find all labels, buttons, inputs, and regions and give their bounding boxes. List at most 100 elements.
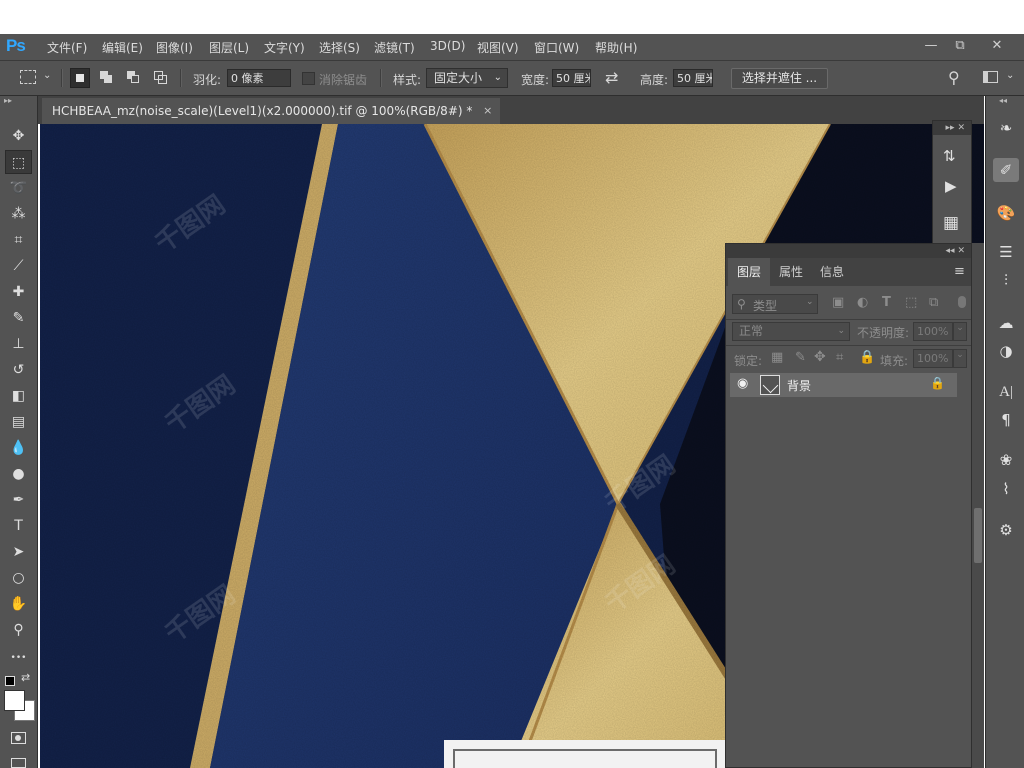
select-and-mask-button[interactable]: 选择并遮住 ... <box>731 68 828 89</box>
filter-adjustment-icon[interactable]: ◐ <box>857 295 868 310</box>
adjustments-icon[interactable]: ☰ <box>993 240 1019 264</box>
filter-pixel-icon[interactable]: ▣ <box>832 295 844 310</box>
menu-image[interactable]: 图像(I) <box>156 39 193 56</box>
3d-icon[interactable]: ⚙ <box>993 518 1019 542</box>
menu-file[interactable]: 文件(F) <box>47 39 87 56</box>
channels-icon[interactable]: ❀ <box>993 448 1019 472</box>
layer-filter-select[interactable]: ⚲ 类型 ⌄ <box>732 294 818 314</box>
lock-position-icon[interactable]: ✥ <box>814 349 826 365</box>
new-selection-button[interactable] <box>70 68 90 88</box>
character-icon[interactable]: A| <box>993 380 1019 404</box>
close-tab-button[interactable]: × <box>483 98 492 124</box>
gradient-tool[interactable]: ▤ <box>5 410 32 434</box>
panel-close-icon[interactable]: ✕ <box>957 123 965 133</box>
width-input[interactable]: 50 厘米 <box>552 69 591 87</box>
lock-artboard-icon[interactable]: ⌗ <box>836 350 843 365</box>
search-icon[interactable]: ⚲ <box>948 68 960 87</box>
stamp-tool[interactable]: ⊥ <box>5 332 32 356</box>
lasso-tool[interactable]: ➰ <box>5 176 32 200</box>
lock-transparent-icon[interactable]: ▦ <box>771 350 783 365</box>
menu-layer[interactable]: 图层(L) <box>209 39 249 56</box>
vertical-scrollbar[interactable] <box>972 243 984 768</box>
filter-smart-object-icon[interactable]: ⧉ <box>929 295 938 310</box>
styles-icon[interactable]: ⫶ <box>993 268 1019 292</box>
menu-help[interactable]: 帮助(H) <box>595 39 637 56</box>
libraries-icon[interactable]: ☁ <box>993 311 1019 335</box>
restore-button[interactable]: ⧉ <box>949 36 971 56</box>
more-tools[interactable]: ••• <box>5 644 32 668</box>
type-tool[interactable]: T <box>5 514 32 538</box>
menu-edit[interactable]: 编辑(E) <box>102 39 143 56</box>
marquee-preset-icon[interactable] <box>20 70 36 84</box>
chevron-down-icon[interactable]: ⌄ <box>43 70 51 81</box>
brush-preset-icon[interactable]: ❧ <box>993 116 1019 140</box>
move-tool[interactable]: ✥ <box>5 124 32 148</box>
close-button[interactable]: ✕ <box>986 36 1008 56</box>
feather-input[interactable]: 0 像素 <box>227 69 291 87</box>
path-select-tool[interactable]: ➤ <box>5 540 32 564</box>
opacity-slider-button[interactable]: ⌄ <box>953 322 967 341</box>
filter-shape-icon[interactable]: ⬚ <box>905 295 917 310</box>
eyedropper-tool[interactable]: ⟋ <box>5 254 32 278</box>
height-input[interactable]: 50 厘米 <box>673 69 713 87</box>
grid-icon[interactable]: ▦ <box>943 213 959 233</box>
intersect-selection-button[interactable] <box>151 68 171 88</box>
workspace-icon[interactable] <box>983 71 998 83</box>
toolbar-expand-icon[interactable]: ▸▸ <box>4 96 12 105</box>
brush-tool[interactable]: ✎ <box>5 306 32 330</box>
eraser-tool[interactable]: ◧ <box>5 384 32 408</box>
screen-mode-icon[interactable] <box>11 758 26 768</box>
opacity-input[interactable]: 100% <box>913 322 953 341</box>
menu-view[interactable]: 视图(V) <box>477 39 519 56</box>
blur-tool[interactable]: 💧 <box>5 436 32 460</box>
subtract-selection-button[interactable] <box>124 68 144 88</box>
document-tab[interactable]: HCHBEAA_mz(noise_scale)(Level1)(x2.00000… <box>42 98 501 124</box>
eye-icon[interactable]: ◉ <box>737 376 748 391</box>
menu-filter[interactable]: 滤镜(T) <box>374 39 415 56</box>
brush-settings-icon[interactable]: ✐ <box>993 158 1019 182</box>
workspace-dropdown-icon[interactable]: ⌄ <box>1006 70 1014 81</box>
history-brush-tool[interactable]: ↺ <box>5 358 32 382</box>
paragraph-icon[interactable]: ¶ <box>993 408 1019 432</box>
antialias-checkbox[interactable] <box>302 72 315 85</box>
blend-mode-select[interactable]: 正常 ⌄ <box>732 322 850 341</box>
tab-properties[interactable]: 属性 <box>770 258 812 286</box>
menu-window[interactable]: 窗口(W) <box>534 39 579 56</box>
dodge-tool[interactable]: ● <box>5 462 32 486</box>
minimize-button[interactable]: — <box>920 36 942 56</box>
magic-wand-tool[interactable]: ⁂ <box>5 202 32 226</box>
menu-type[interactable]: 文字(Y) <box>264 39 305 56</box>
style-select[interactable]: 固定大小 ⌄ <box>426 68 508 88</box>
layer-row[interactable]: ◉ 背景 🔒 <box>730 373 957 397</box>
healing-tool[interactable]: ✚ <box>5 280 32 304</box>
lock-pixels-icon[interactable]: ✎ <box>795 350 806 365</box>
ellipse-tool[interactable]: ○ <box>5 566 32 590</box>
tab-layers[interactable]: 图层 <box>728 258 771 286</box>
quick-mask-icon[interactable] <box>11 732 26 744</box>
paths-icon[interactable]: ⌇ <box>993 477 1019 501</box>
play-icon[interactable]: ▶ <box>945 177 957 195</box>
filter-toggle[interactable] <box>958 296 966 308</box>
history-icon[interactable]: ⇅ <box>943 147 956 165</box>
crop-tool[interactable]: ⌗ <box>5 228 32 252</box>
tab-info[interactable]: 信息 <box>811 258 853 286</box>
zoom-tool[interactable]: ⚲ <box>5 618 32 642</box>
fill-input[interactable]: 100% <box>913 349 953 368</box>
foreground-color-swatch[interactable] <box>4 690 25 711</box>
menu-select[interactable]: 选择(S) <box>319 39 360 56</box>
menu-3d[interactable]: 3D(D) <box>430 39 465 53</box>
swatches-icon[interactable]: 🎨 <box>993 201 1019 225</box>
collapse-icon[interactable]: ▸▸ <box>946 123 955 133</box>
scrollbar-thumb[interactable] <box>974 508 982 563</box>
panel-close-icon[interactable]: ✕ <box>957 246 965 256</box>
filter-type-icon[interactable]: T <box>882 295 891 310</box>
fill-slider-button[interactable]: ⌄ <box>953 349 967 368</box>
default-colors-icon[interactable] <box>5 676 15 686</box>
add-selection-button[interactable] <box>97 68 117 88</box>
panel-menu-icon[interactable]: ≡ <box>954 264 965 279</box>
hand-tool[interactable]: ✋ <box>5 592 32 616</box>
color-icon[interactable]: ◑ <box>993 339 1019 363</box>
collapse-icon[interactable]: ◂◂ <box>946 246 955 256</box>
pen-tool[interactable]: ✒ <box>5 488 32 512</box>
swap-icon[interactable]: ⇄ <box>605 68 618 87</box>
